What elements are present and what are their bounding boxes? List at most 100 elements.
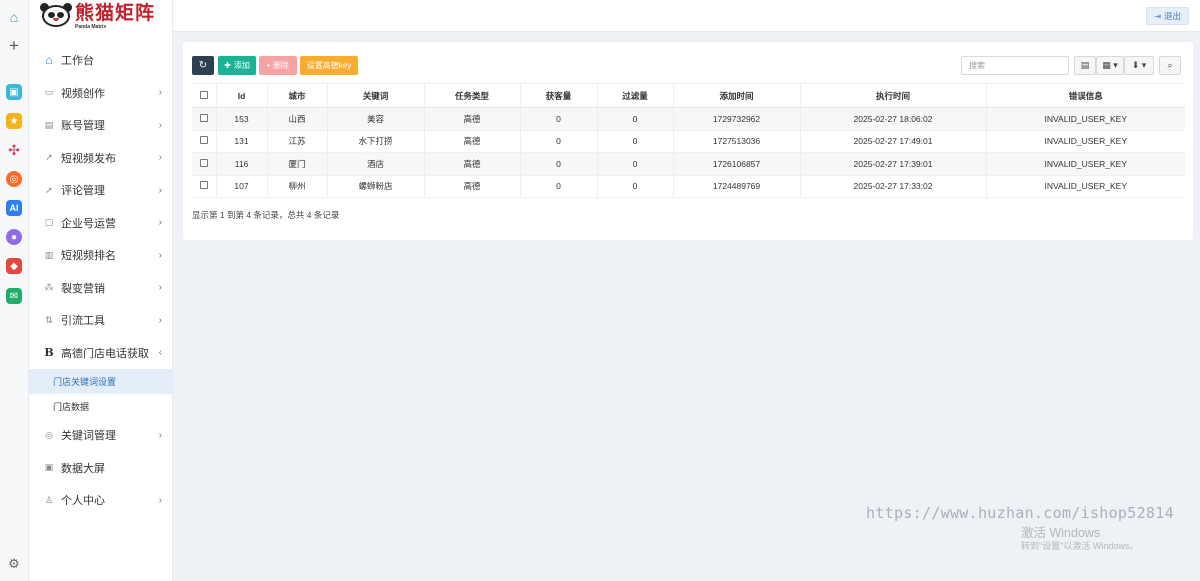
- sidebar-item-enterprise[interactable]: ▢ 企业号运营 ›: [29, 207, 173, 240]
- sidebar-item-publish[interactable]: ➚ 短视频发布 ›: [29, 142, 173, 175]
- trash-icon: ▪: [267, 61, 270, 70]
- column-header[interactable]: 获客量: [519, 83, 597, 108]
- sidebar-item-label: 引流工具: [61, 315, 105, 328]
- column-header[interactable]: 城市: [266, 83, 327, 108]
- columns-dropdown-button[interactable]: ▦ ▾: [1096, 56, 1124, 75]
- row-checkbox[interactable]: [192, 107, 216, 131]
- table-cell: 0: [596, 130, 673, 153]
- plus-icon[interactable]: +: [6, 36, 22, 55]
- sidebar-item-video-creation[interactable]: ▭ 视频创作 ›: [29, 77, 173, 110]
- search-input[interactable]: 搜索: [961, 56, 1069, 75]
- star-app-icon[interactable]: ★: [6, 113, 22, 129]
- column-header[interactable]: 执行时间: [799, 83, 986, 108]
- chevron-right-icon: ›: [158, 119, 162, 131]
- table-row[interactable]: 116 厦门 酒店 高德 0 0 1726106857 2025-02-27 1…: [192, 152, 1185, 176]
- table-header-row: Id 城市 关键词 任务类型 获客量 过滤量 添加时间 执行时间 错误信息: [192, 83, 1185, 108]
- game-app-icon[interactable]: ◆: [6, 258, 22, 274]
- column-header[interactable]: 关键词: [326, 83, 424, 108]
- sidebar-subitem-label: 门店关键词设置: [53, 377, 117, 387]
- sidebar-subitem-store-data[interactable]: 门店数据: [29, 394, 173, 419]
- table-cell: INVALID_USER_KEY: [985, 152, 1185, 176]
- set-key-label: 设置高德key: [306, 61, 352, 70]
- add-button[interactable]: ✚ 添加: [218, 56, 256, 75]
- table-cell: 水下打捞: [326, 130, 424, 153]
- sidebar-item-label: 评论管理: [61, 185, 105, 198]
- column-header[interactable]: Id: [215, 83, 267, 108]
- logo: 熊猫矩阵 Panda Matrix: [29, 0, 172, 33]
- table-row[interactable]: 153 山西 美容 高德 0 0 1729732962 2025-02-27 1…: [192, 107, 1185, 131]
- sidebar-item-comments[interactable]: ➚ 评论管理 ›: [29, 174, 173, 207]
- sidebar-subitem-keyword-settings[interactable]: 门店关键词设置: [29, 369, 173, 394]
- table-row[interactable]: 131 江苏 水下打捞 高德 0 0 1727513036 2025-02-27…: [192, 130, 1185, 153]
- chevron-right-icon: ›: [158, 249, 162, 261]
- select-all-checkbox[interactable]: [192, 83, 216, 108]
- table-cell: 美容: [326, 107, 424, 131]
- table-cell: 山西: [266, 107, 327, 131]
- table-cell: 2025-02-27 17:49:01: [799, 130, 986, 153]
- table-cell: 116: [215, 152, 267, 176]
- ai-app-icon[interactable]: AI: [6, 200, 22, 216]
- bot-app-icon[interactable]: ●: [6, 229, 22, 245]
- add-label: 添加: [233, 61, 250, 70]
- sidebar-item-ranking[interactable]: ▥ 短视频排名 ›: [29, 239, 173, 272]
- set-key-button[interactable]: 设置高德key: [300, 56, 358, 75]
- table-cell: 江苏: [266, 130, 327, 153]
- sidebar-item-traffic[interactable]: ⇅ 引流工具 ›: [29, 304, 173, 337]
- column-header[interactable]: 任务类型: [423, 83, 520, 108]
- b-icon: B: [44, 346, 54, 360]
- refresh-button[interactable]: ↻: [192, 56, 214, 75]
- table-cell: 0: [596, 175, 673, 198]
- table-cell: 107: [215, 175, 267, 198]
- ai-circle-app-icon[interactable]: ◎: [6, 171, 22, 187]
- sidebar-item-label: 企业号运营: [61, 217, 116, 230]
- sidebar-item-label: 账号管理: [61, 120, 105, 133]
- sidebar-item-label: 视频创作: [61, 87, 105, 100]
- gear-icon[interactable]: ⚙: [6, 556, 22, 572]
- app-icon-1[interactable]: ▣: [6, 84, 22, 100]
- logout-icon: ⇥: [1153, 10, 1161, 21]
- sidebar-subitem-label: 门店数据: [53, 402, 90, 412]
- sidebar-item-profile[interactable]: ♙ 个人中心 ›: [29, 484, 173, 517]
- delete-button[interactable]: ▪ 删除: [259, 56, 297, 75]
- table-cell: 153: [215, 107, 267, 131]
- logout-button[interactable]: ⇥ 退出: [1145, 7, 1189, 25]
- table-cell: 1727513036: [672, 130, 800, 153]
- sidebar-item-account[interactable]: ▤ 账号管理 ›: [29, 109, 173, 142]
- user-icon: ♙: [44, 494, 54, 505]
- account-icon: ▤: [44, 119, 54, 130]
- sidebar-item-label: 短视频排名: [61, 250, 116, 263]
- chevron-right-icon: ›: [158, 282, 162, 294]
- table-cell: 1724489769: [672, 175, 800, 198]
- sidebar-item-data-screen[interactable]: ▣ 数据大屏: [29, 452, 173, 485]
- table-cell: 高德: [423, 130, 520, 153]
- column-header[interactable]: 过滤量: [596, 83, 673, 108]
- sort-icon: ⇅: [45, 314, 53, 325]
- row-checkbox[interactable]: [192, 152, 216, 176]
- column-header[interactable]: 错误信息: [985, 83, 1185, 108]
- search-button[interactable]: ⌕: [1159, 56, 1181, 75]
- table-cell: 1729732962: [672, 107, 800, 131]
- table-row[interactable]: 107 柳州 螺蛳粉店 高德 0 0 1724489769 2025-02-27…: [192, 175, 1185, 198]
- row-checkbox[interactable]: [192, 130, 216, 153]
- chevron-right-icon: ›: [158, 494, 162, 506]
- list-icon: ▤: [1080, 60, 1090, 70]
- send-icon: ➚: [45, 152, 53, 163]
- sidebar: 熊猫矩阵 Panda Matrix ⌂ 工作台 ▭ 视频创作 › ▤ 账号管理 …: [29, 0, 173, 581]
- column-header[interactable]: 添加时间: [672, 83, 800, 108]
- mail-app-icon[interactable]: ✉: [6, 288, 22, 304]
- sidebar-item-dashboard[interactable]: ⌂ 工作台: [29, 44, 173, 77]
- export-dropdown-button[interactable]: ⬇ ▾: [1124, 56, 1154, 75]
- home-icon[interactable]: ⌂: [6, 9, 22, 25]
- table-cell: INVALID_USER_KEY: [985, 130, 1185, 153]
- table-cell: 酒店: [326, 152, 424, 176]
- row-checkbox[interactable]: [192, 175, 216, 198]
- table-cell: 0: [519, 107, 597, 131]
- sidebar-item-keywords[interactable]: ◎ 关键词管理 ›: [29, 419, 173, 452]
- chevron-down-icon: ‹: [158, 347, 162, 359]
- toggle-view-button[interactable]: ▤: [1074, 56, 1096, 75]
- sidebar-item-fission[interactable]: ⁂ 裂变营销 ›: [29, 272, 173, 305]
- table-cell: 2025-02-27 17:33:02: [799, 175, 986, 198]
- panda-logo-icon: [39, 2, 73, 31]
- sidebar-item-amap[interactable]: B 高德门店电话获取 ‹: [29, 337, 173, 370]
- network-app-icon[interactable]: ✣: [6, 142, 22, 158]
